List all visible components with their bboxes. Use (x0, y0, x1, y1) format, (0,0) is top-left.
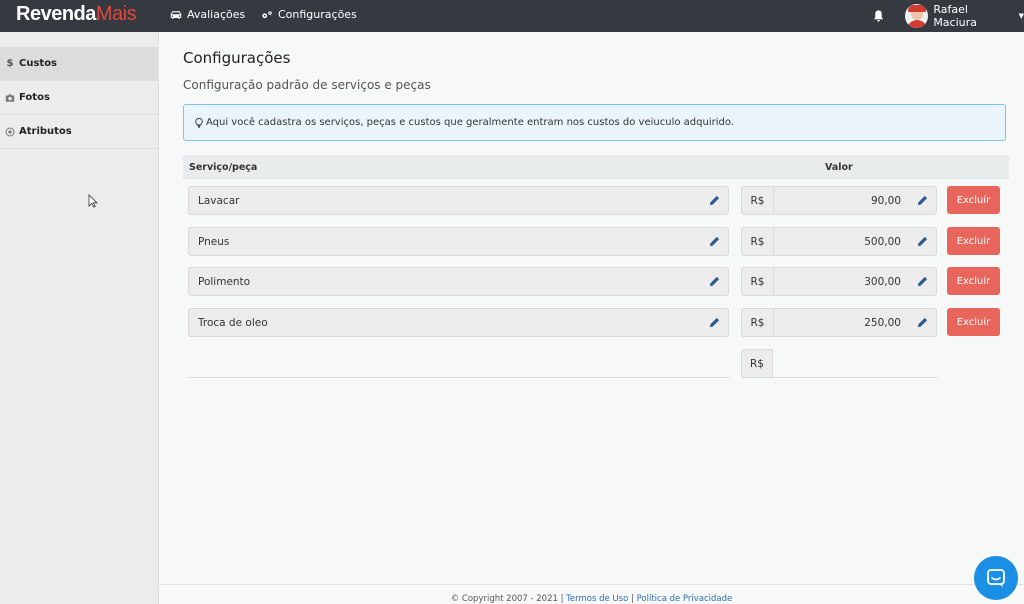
currency-label: R$ (741, 349, 773, 378)
nav-avaliacoes[interactable]: Avaliações (170, 8, 245, 21)
sidebar-item-atributos[interactable]: Atributos (0, 115, 158, 149)
service-name: Lavacar (198, 194, 240, 207)
value-amount: 250,00 (864, 317, 901, 329)
new-value-input[interactable]: R$ (741, 349, 937, 378)
sidebar-item-label: Fotos (19, 92, 50, 103)
brand-logo[interactable]: RevendaMais (16, 3, 137, 26)
footer: © Copyright 2007 - 2021 | Termos de Uso … (159, 584, 1024, 604)
alert-text: Aqui você cadastra os serviços, peças e … (206, 117, 734, 128)
currency-label: R$ (742, 309, 774, 336)
copyright-text: © Copyright 2007 - 2021 | (450, 594, 564, 604)
delete-button[interactable]: Excluir (947, 267, 1000, 295)
pencil-icon[interactable] (917, 195, 928, 206)
main-content: Configurações Configuração padrão de ser… (159, 32, 1024, 604)
col-header-value: Valor (825, 162, 853, 173)
service-field[interactable]: Troca de oleo (188, 308, 729, 337)
service-name: Polimento (198, 275, 251, 288)
nav-avaliacoes-label: Avaliações (187, 8, 246, 21)
new-service-input[interactable] (188, 349, 729, 378)
sidebar-item-label: Custos (19, 58, 58, 69)
pencil-icon[interactable] (917, 317, 928, 328)
nav-configuracoes-label: Configurações (278, 8, 357, 21)
new-entry-row: R$ (183, 349, 1009, 379)
sidebar: $ Custos Fotos Atributos (0, 32, 159, 604)
value-amount: 90,00 (870, 195, 901, 207)
value-field[interactable]: R$ 500,00 (741, 227, 937, 256)
avatar (905, 4, 929, 28)
nav-configuracoes[interactable]: Configurações (261, 8, 357, 21)
value-field[interactable]: R$ 300,00 (741, 267, 937, 296)
pencil-icon[interactable] (709, 276, 720, 287)
page-subtitle: Configuração padrão de serviços e peças (183, 78, 431, 92)
brand-part-2: Mais (95, 3, 137, 25)
dollar-icon: $ (6, 58, 14, 69)
service-field[interactable]: Polimento (188, 267, 729, 296)
chat-launcher-button[interactable] (974, 556, 1018, 600)
service-field[interactable]: Pneus (188, 227, 729, 256)
value-field[interactable]: R$ 250,00 (741, 308, 937, 337)
lightbulb-icon (195, 117, 203, 128)
service-name: Troca de oleo (198, 316, 268, 329)
sidebar-item-fotos[interactable]: Fotos (0, 81, 158, 115)
car-icon (170, 10, 182, 19)
col-header-service: Serviço/peça (189, 162, 258, 173)
camera-icon (4, 93, 16, 103)
delete-button[interactable]: Excluir (947, 186, 1000, 214)
table-row: Pneus R$ 500,00 Excluir (183, 227, 1009, 257)
pencil-icon[interactable] (709, 236, 720, 247)
sidebar-item-custos[interactable]: $ Custos (0, 47, 158, 81)
pencil-icon[interactable] (917, 236, 928, 247)
table-row: Lavacar R$ 90,00 Excluir (183, 186, 1009, 216)
brand-part-1: Revenda (16, 3, 96, 25)
table-header: Serviço/peça Valor (183, 155, 1009, 179)
top-navbar: RevendaMais Avaliações Configurações Raf… (0, 0, 1024, 32)
currency-label: R$ (742, 187, 774, 214)
user-name: Rafael Maciura (933, 3, 977, 29)
terms-link[interactable]: Termos de Uso (566, 594, 628, 604)
currency-label: R$ (742, 228, 774, 255)
privacy-link[interactable]: Política de Privacidade (637, 594, 733, 604)
chat-icon (987, 569, 1005, 587)
service-field[interactable]: Lavacar (188, 186, 729, 215)
delete-button[interactable]: Excluir (947, 308, 1000, 336)
currency-label: R$ (742, 268, 774, 295)
pencil-icon[interactable] (709, 195, 720, 206)
page-title: Configurações (183, 49, 291, 67)
value-amount: 300,00 (864, 276, 901, 288)
pencil-icon[interactable] (917, 276, 928, 287)
bell-icon[interactable] (872, 9, 885, 23)
table-row: Troca de oleo R$ 250,00 Excluir (183, 308, 1009, 338)
delete-button[interactable]: Excluir (947, 227, 1000, 255)
footer-separator: | (631, 594, 634, 604)
caret-down-icon: ▼ (1018, 12, 1024, 20)
sidebar-item-label: Atributos (19, 126, 72, 137)
circle-dot-icon (4, 127, 16, 137)
mouse-cursor-icon (88, 194, 98, 208)
table-row: Polimento R$ 300,00 Excluir (183, 267, 1009, 297)
user-menu[interactable]: Rafael Maciura ▼ (905, 3, 1024, 29)
service-name: Pneus (198, 235, 230, 248)
value-amount: 500,00 (864, 236, 901, 248)
pencil-icon[interactable] (709, 317, 720, 328)
value-field[interactable]: R$ 90,00 (741, 186, 937, 215)
cogs-icon (262, 10, 272, 18)
info-alert: Aqui você cadastra os serviços, peças e … (183, 104, 1006, 141)
